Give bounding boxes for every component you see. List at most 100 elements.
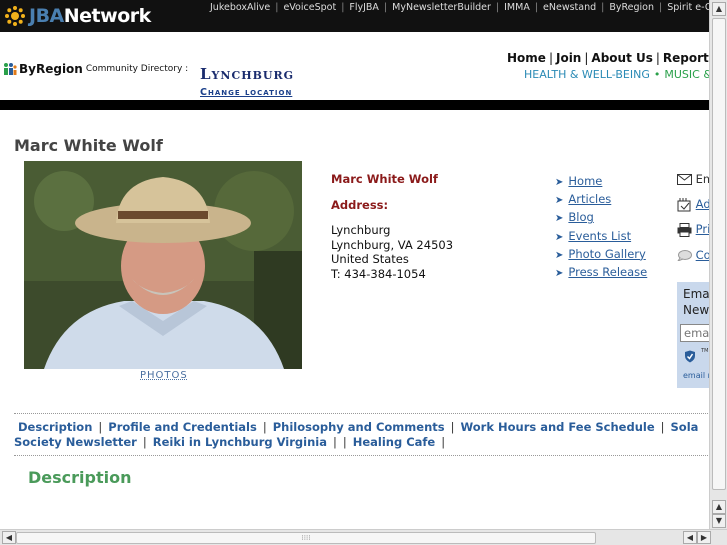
arrow-right-icon: ➤: [555, 177, 564, 188]
menu-link[interactable]: Events List: [568, 229, 631, 243]
category-dot: •: [653, 68, 661, 81]
toplink-byregion[interactable]: ByRegion: [609, 2, 654, 13]
network-topbar: JBA Network JukeboxAlive | eVoiceSpot | FlyJB…: [0, 0, 710, 32]
toplink-spirit[interactable]: Spirit e-G: [667, 2, 710, 13]
network-links: JukeboxAlive | eVoiceSpot | FlyJBA | MyNewslet…: [210, 2, 710, 13]
arrow-right-icon: ➤: [555, 231, 564, 243]
menu-link[interactable]: Articles: [568, 192, 611, 206]
tm-mark: TM: [701, 348, 709, 354]
vertical-scroll-thumb[interactable]: [712, 18, 726, 490]
site-header: ByRegion Community Directory : Lynchburg…: [0, 32, 710, 100]
scroll-up-icon[interactable]: ▲: [712, 2, 726, 16]
profile-photo[interactable]: [24, 161, 302, 369]
address-label: Address:: [331, 198, 389, 212]
address-book-icon: [677, 197, 691, 211]
tab-separator: |: [441, 435, 446, 449]
arrow-right-icon: ➤: [555, 249, 564, 261]
photos-link[interactable]: PHOTOS: [140, 370, 188, 381]
signup-title-line: News: [683, 303, 710, 317]
tab-philosophy-comments[interactable]: Philosophy and Comments: [273, 420, 445, 434]
scroll-right-icon[interactable]: ▶: [697, 531, 711, 544]
page-title: Marc White Wolf: [14, 136, 163, 155]
toplink-imma[interactable]: IMMA: [504, 2, 530, 13]
menu-item-articles[interactable]: ➤ Articles: [555, 192, 647, 210]
email-action-label: Em: [695, 172, 710, 186]
arrow-right-icon: ➤: [555, 213, 564, 225]
contact-action-link[interactable]: Con: [696, 248, 710, 262]
envelope-icon: [677, 174, 692, 185]
tab-reiki-lynchburg[interactable]: Reiki in Lynchburg Virginia: [153, 435, 327, 449]
scroll-up-icon[interactable]: ▲: [712, 500, 726, 514]
nav-report[interactable]: Report A: [663, 51, 710, 65]
menu-item-photo-gallery[interactable]: ➤ Photo Gallery: [555, 247, 647, 265]
main-nav: Home|Join|About Us|Report A: [507, 51, 710, 65]
menu-item-blog[interactable]: ➤ Blog: [555, 210, 647, 228]
menu-link[interactable]: Home: [568, 174, 602, 188]
jba-network-logo[interactable]: JBA Network: [4, 4, 151, 28]
tab-work-hours-fees[interactable]: Work Hours and Fee Schedule: [460, 420, 654, 434]
tab-separator: |: [262, 420, 267, 434]
address-block: Lynchburg Lynchburg, VA 24503 United Sta…: [331, 223, 453, 281]
profile-name: Marc White Wolf: [331, 172, 438, 186]
toplink-mynewsletterbuilder[interactable]: MyNewsletterBuilder: [392, 2, 491, 13]
profile-menu: ➤ Home ➤ Articles ➤ Blog ➤ Events List ➤ Phot…: [555, 174, 647, 283]
toplink-enewstand[interactable]: eNewstand: [543, 2, 596, 13]
profile-content: Marc White Wolf PHOTOS Marc White Wolf A…: [0, 110, 710, 530]
newsletter-signup-box: Emai News TM email n: [677, 282, 710, 388]
header-divider-bar: [0, 100, 710, 110]
arrow-right-icon: ➤: [555, 267, 564, 279]
menu-link[interactable]: Photo Gallery: [568, 247, 645, 261]
tab-separator: |: [450, 420, 455, 434]
nav-about-us[interactable]: About Us: [591, 51, 652, 65]
newsletter-email-input[interactable]: [680, 324, 710, 342]
logo-network-text: Network: [63, 5, 151, 27]
menu-item-events-list[interactable]: ➤ Events List: [555, 229, 647, 247]
toplink-evoicespot[interactable]: eVoiceSpot: [283, 2, 336, 13]
menu-item-press-release[interactable]: ➤ Press Release: [555, 265, 647, 283]
chat-bubble-icon: [676, 250, 692, 263]
logo-jba-text: JBA: [29, 5, 64, 27]
nav-join[interactable]: Join: [556, 51, 581, 65]
tab-separator: |: [332, 435, 337, 449]
contact-action[interactable]: Con: [676, 248, 710, 263]
add-action[interactable]: Ad: [677, 197, 710, 212]
scroll-left-icon[interactable]: ◀: [2, 531, 16, 544]
sun-logo-icon: [5, 6, 25, 26]
change-location-link[interactable]: Change location: [200, 87, 292, 98]
newsletter-signup-title: Emai News: [683, 286, 710, 318]
signup-title-line: Emai: [683, 287, 710, 301]
tab-separator: |: [342, 435, 347, 449]
horizontal-scrollbar[interactable]: ◀ ⁞⁞⁞⁞ ◀ ▶: [0, 529, 727, 545]
email-action[interactable]: Em: [677, 172, 710, 186]
shield-check-icon: [685, 350, 695, 363]
current-city: Lynchburg: [200, 65, 295, 83]
tab-separator: |: [98, 420, 103, 434]
tab-sola[interactable]: Sola: [671, 420, 699, 434]
byregion-logo[interactable]: ByRegion Community Directory :: [3, 62, 188, 76]
nav-home[interactable]: Home: [507, 51, 546, 65]
tab-society-newsletter[interactable]: Society Newsletter: [14, 435, 137, 449]
byregion-name: ByRegion: [19, 62, 83, 76]
category-health[interactable]: HEALTH & WELL-BEING: [524, 68, 650, 81]
scroll-down-icon[interactable]: ▼: [712, 514, 726, 528]
phone-line: T: 434-384-1054: [331, 266, 426, 281]
menu-item-home[interactable]: ➤ Home: [555, 174, 647, 192]
print-action[interactable]: Pri: [677, 222, 710, 237]
toplink-jukeboxalive[interactable]: JukeboxAlive: [210, 2, 270, 13]
scroll-left-icon[interactable]: ◀: [683, 531, 697, 544]
print-action-link[interactable]: Pri: [696, 222, 710, 236]
menu-link[interactable]: Press Release: [568, 265, 647, 279]
horizontal-scroll-thumb[interactable]: ⁞⁞⁞⁞: [16, 532, 596, 544]
tabs-divider-bottom: [14, 455, 710, 456]
newsletter-footer-link[interactable]: email n: [683, 371, 710, 380]
vertical-scrollbar[interactable]: ▲ ▲ ▼: [709, 0, 727, 530]
toplink-flyjba[interactable]: FlyJBA: [349, 2, 379, 13]
category-links: HEALTH & WELL-BEING • MUSIC &: [524, 68, 710, 81]
tab-description[interactable]: Description: [18, 420, 92, 434]
tab-profile-credentials[interactable]: Profile and Credentials: [108, 420, 257, 434]
menu-link[interactable]: Blog: [568, 210, 593, 224]
tab-healing-cafe[interactable]: Healing Cafe: [353, 435, 436, 449]
arrow-right-icon: ➤: [555, 195, 564, 207]
add-action-link[interactable]: Ad: [696, 197, 710, 211]
category-music[interactable]: MUSIC &: [664, 68, 710, 81]
